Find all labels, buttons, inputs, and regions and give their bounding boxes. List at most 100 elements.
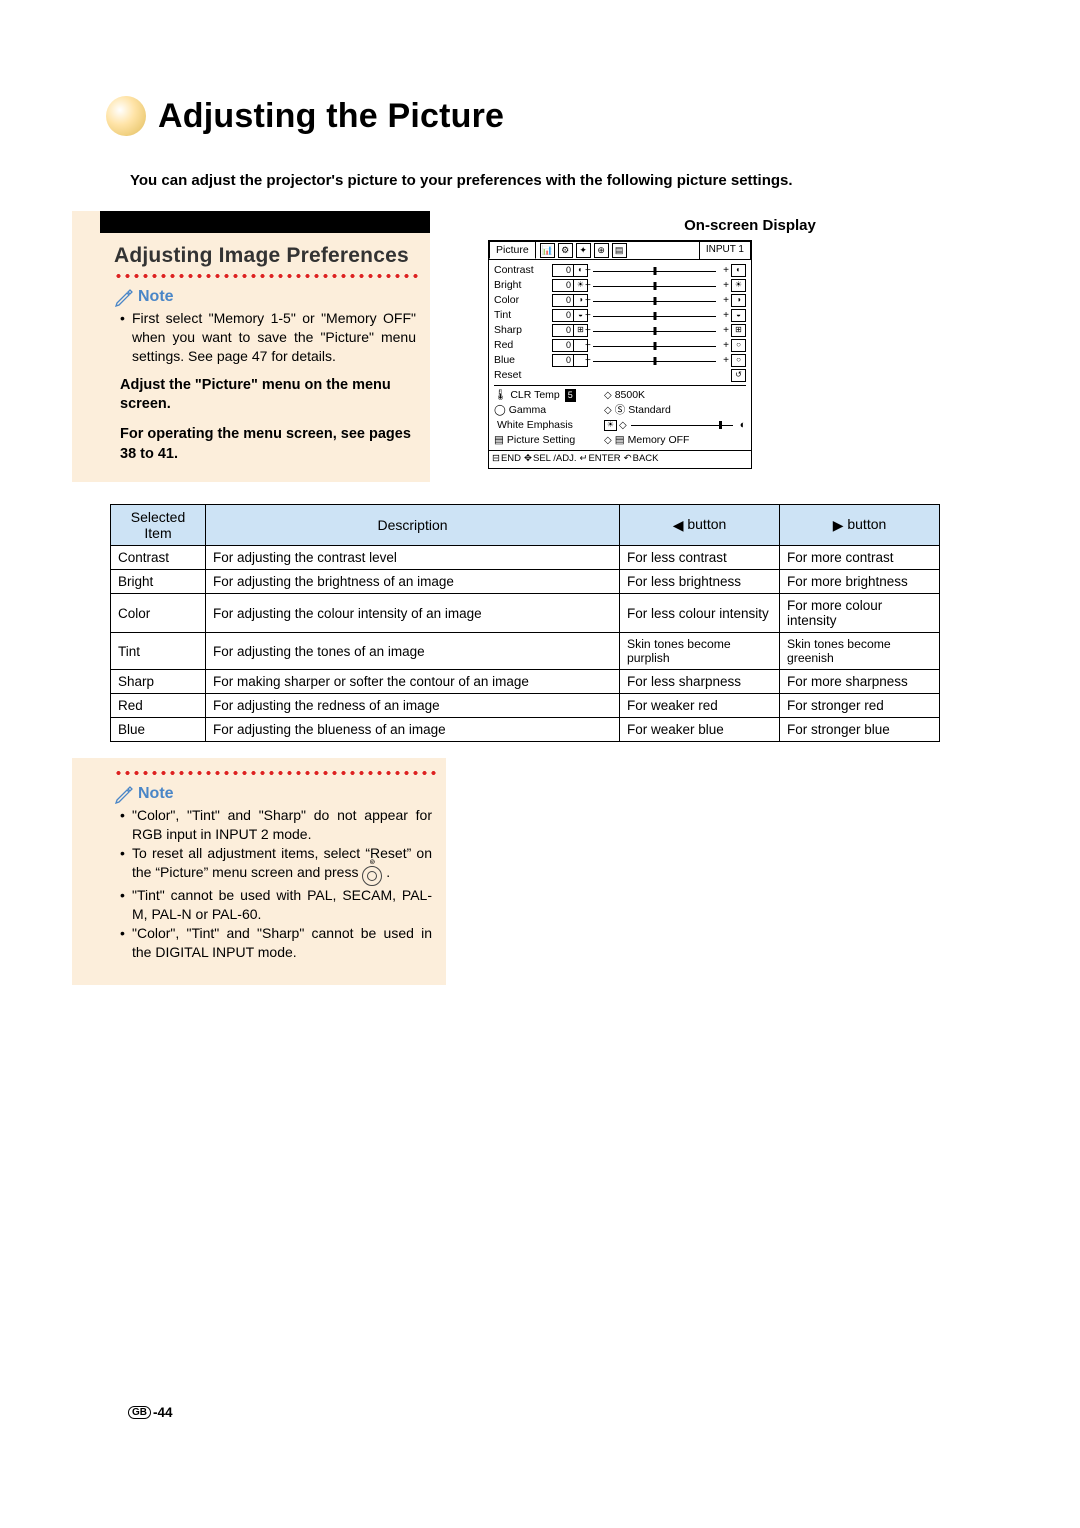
table-row: BlueFor adjusting the blueness of an ima… xyxy=(111,718,940,742)
enter-icon: ↵ xyxy=(579,453,587,466)
note-heading: Note xyxy=(114,287,420,307)
triangle-left-icon: ◀ xyxy=(673,517,684,534)
table-row: TintFor adjusting the tones of an imageS… xyxy=(111,633,940,670)
cell-left: Skin tones become purplish xyxy=(620,633,780,670)
osd-item-label: Blue xyxy=(494,353,552,367)
option-icon: ▤ xyxy=(494,433,504,447)
osd-item-label: Bright xyxy=(494,278,552,292)
page-title: Adjusting the Picture xyxy=(158,97,504,136)
plus-icon: + xyxy=(721,309,731,323)
cell-desc: For adjusting the colour intensity of an… xyxy=(206,594,620,633)
cell-right: For more sharpness xyxy=(780,670,940,694)
osd-slider: − xyxy=(591,281,718,291)
section-heading: Adjusting Image Preferences xyxy=(114,243,420,269)
osd-slider-row: Bright0☀−+☀ xyxy=(494,278,746,293)
table-row: ColorFor adjusting the colour intensity … xyxy=(111,594,940,633)
gb-badge: GB xyxy=(128,1406,151,1419)
osd-slider: − xyxy=(591,326,718,336)
cell-item: Color xyxy=(111,594,206,633)
osd-box: Picture 📊 ⚙ ✦ ⊕ ▤ INPUT 1 Contrast0◐−+◐B… xyxy=(488,240,752,469)
menu-button-icon: ⊟ xyxy=(492,453,500,466)
osd-item-label: Red xyxy=(494,338,552,352)
osd-item-right-icon: ◐ xyxy=(731,264,746,277)
osd-slider: − xyxy=(591,296,718,306)
emphasis-left-icon: ☀ xyxy=(604,420,617,431)
osd-option-row: 🌡CLR Temp58500K xyxy=(494,388,746,403)
osd-footer: ⊟END ✥SEL /ADJ. ↵ENTER ↶BACK xyxy=(489,450,751,468)
table-row: SharpFor making sharper or softer the co… xyxy=(111,670,940,694)
note2-list: •"Color", "Tint" and "Sharp" do not appe… xyxy=(120,806,432,961)
table-row: BrightFor adjusting the brightness of an… xyxy=(111,570,940,594)
option-value: Memory OFF xyxy=(628,433,690,447)
enter-button-icon: ⊚ xyxy=(362,866,382,886)
osd-slider: − xyxy=(591,266,718,276)
osd-item-value: 0 xyxy=(552,264,574,277)
cell-left: For less sharpness xyxy=(620,670,780,694)
cell-item: Blue xyxy=(111,718,206,742)
cell-left: For less contrast xyxy=(620,546,780,570)
osd-slider-row: Tint0◒−+◒ xyxy=(494,308,746,323)
th-right: ▶ button xyxy=(780,505,940,546)
plus-icon: + xyxy=(721,294,731,308)
osd-slider-row: Contrast0◐−+◐ xyxy=(494,263,746,278)
osd-item-label: Color xyxy=(494,293,552,307)
osd-tab-icon: ⊕ xyxy=(594,243,609,258)
cell-item: Sharp xyxy=(111,670,206,694)
option-label: White Emphasis xyxy=(497,418,573,432)
osd-slider-row: Red0−+○ xyxy=(494,338,746,353)
plus-icon: + xyxy=(721,339,731,353)
osd-item-right-icon: ◒ xyxy=(731,309,746,322)
osd-tab-icon: ⚙ xyxy=(558,243,573,258)
osd-item-value: 0 xyxy=(552,354,574,367)
osd-item-right-icon: ◑ xyxy=(731,294,746,307)
cell-desc: For making sharper or softer the contour… xyxy=(206,670,620,694)
note-label: Note xyxy=(138,785,174,803)
note1-list: •First select "Memory 1-5" or "Memory OF… xyxy=(120,309,416,366)
option-value: Standard xyxy=(628,403,671,417)
left-column: Adjusting Image Preferences Note •First … xyxy=(72,211,430,482)
option-value-icon: Ⓢ xyxy=(615,403,626,417)
red-dots-divider xyxy=(114,273,420,279)
osd-item-right-icon: ⊞ xyxy=(731,324,746,337)
emphasis-icon: ◐ xyxy=(740,418,746,432)
cell-right: For more contrast xyxy=(780,546,940,570)
osd-input-label: INPUT 1 xyxy=(699,241,751,259)
plus-icon: + xyxy=(721,264,731,278)
page-number: GB-44 xyxy=(128,1405,173,1420)
osd-item-label: Sharp xyxy=(494,323,552,337)
list-item: •"Color", "Tint" and "Sharp" do not appe… xyxy=(120,806,432,844)
instruction-1: Adjust the "Picture" menu on the menu sc… xyxy=(120,376,416,415)
osd-reset: Reset xyxy=(494,368,552,382)
osd-tab-icon: ✦ xyxy=(576,243,591,258)
cell-right: For more brightness xyxy=(780,570,940,594)
cell-desc: For adjusting the tones of an image xyxy=(206,633,620,670)
option-value: 8500K xyxy=(615,388,645,402)
option-badge: 5 xyxy=(565,389,576,401)
osd-slider: − xyxy=(591,341,718,351)
triangle-right-icon: ▶ xyxy=(833,517,844,534)
cell-item: Contrast xyxy=(111,546,206,570)
adjust-table: Selected Item Description ◀ button ▶ but… xyxy=(110,504,940,742)
cell-desc: For adjusting the brightness of an image xyxy=(206,570,620,594)
section-tab-icon xyxy=(100,211,430,233)
option-label: CLR Temp xyxy=(510,388,559,402)
osd-slider-row: Sharp0⊞−+⊞ xyxy=(494,323,746,338)
th-selected: Selected Item xyxy=(111,505,206,546)
osd-slider: − xyxy=(591,356,718,366)
osd-option-row: ▤Picture Setting▤Memory OFF xyxy=(494,433,746,448)
cell-left: For less colour intensity xyxy=(620,594,780,633)
th-left: ◀ button xyxy=(620,505,780,546)
note-heading-2: Note xyxy=(114,784,436,804)
osd-slider-row: Blue0−+○ xyxy=(494,353,746,368)
osd-slider-row: Color0◑−+◑ xyxy=(494,293,746,308)
note-pen-icon xyxy=(114,287,134,307)
osd-item-right-icon: ○ xyxy=(731,354,746,367)
back-icon: ↶ xyxy=(624,453,632,466)
cell-right: For stronger red xyxy=(780,694,940,718)
th-desc: Description xyxy=(206,505,620,546)
cell-desc: For adjusting the blueness of an image xyxy=(206,718,620,742)
title-ornament-icon xyxy=(100,90,152,142)
option-value-icon: ▤ xyxy=(615,433,625,447)
table-row: ContrastFor adjusting the contrast level… xyxy=(111,546,940,570)
diamond-icon xyxy=(604,433,612,448)
